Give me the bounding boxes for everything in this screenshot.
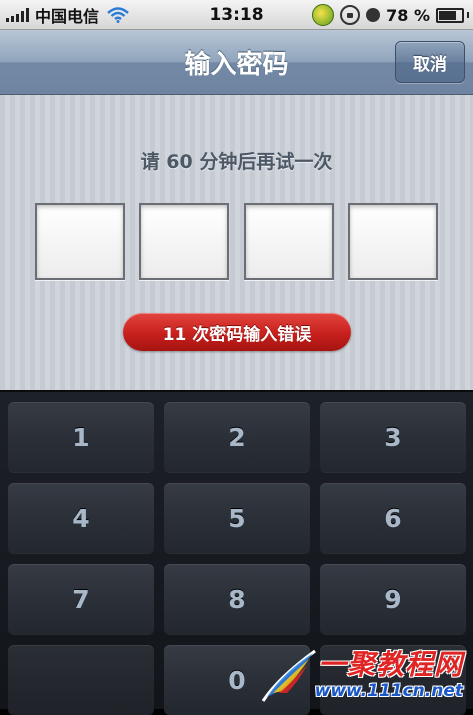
error-count-badge: 11 次密码输入错误 xyxy=(123,313,351,351)
sync-app-icon xyxy=(312,4,335,26)
key-9[interactable]: 9 xyxy=(320,564,466,634)
battery-percent: 78 % xyxy=(386,5,430,25)
key-6[interactable]: 6 xyxy=(320,483,466,553)
passcode-box-1 xyxy=(35,203,125,280)
key-8[interactable]: 8 xyxy=(164,564,310,634)
numeric-keypad: 1 2 3 4 5 6 7 8 9 0 xyxy=(0,390,473,715)
key-blank xyxy=(8,645,154,715)
key-1[interactable]: 1 xyxy=(8,402,154,472)
wifi-icon xyxy=(107,6,129,23)
nav-bar: 输入密码 取消 xyxy=(0,30,473,95)
passcode-box-2 xyxy=(139,203,229,280)
passcode-box-3 xyxy=(244,203,334,280)
key-3[interactable]: 3 xyxy=(320,402,466,472)
status-bar: 中国电信 13:18 78 % xyxy=(0,0,473,30)
clock-icon xyxy=(366,8,381,22)
key-2[interactable]: 2 xyxy=(164,402,310,472)
key-7[interactable]: 7 xyxy=(8,564,154,634)
signal-bars-icon xyxy=(6,7,29,22)
key-0[interactable]: 0 xyxy=(164,645,310,715)
key-4[interactable]: 4 xyxy=(8,483,154,553)
carrier-label: 中国电信 xyxy=(35,6,100,26)
passcode-box-4 xyxy=(348,203,438,280)
key-delete[interactable] xyxy=(320,645,466,715)
battery-icon xyxy=(436,7,469,23)
key-5[interactable]: 5 xyxy=(164,483,310,553)
rotation-lock-icon xyxy=(340,5,361,25)
passcode-area: 请 60 分钟后再试一次 11 次密码输入错误 xyxy=(0,95,473,390)
retry-hint: 请 60 分钟后再试一次 xyxy=(140,151,333,173)
cancel-button[interactable]: 取消 xyxy=(395,41,465,83)
